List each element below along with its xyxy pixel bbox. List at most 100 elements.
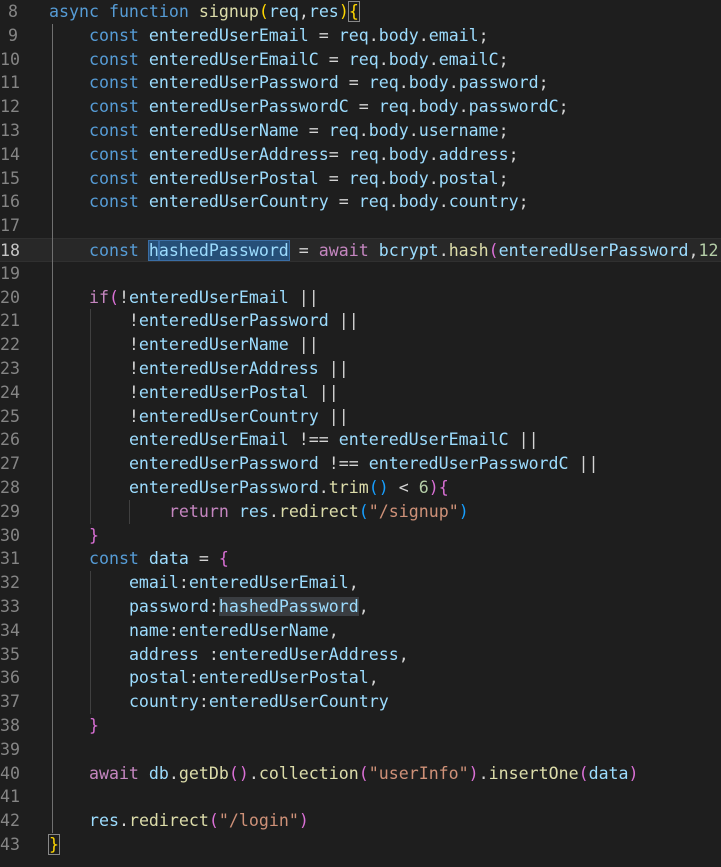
indent-guide [128, 499, 130, 524]
code-token: || [308, 382, 339, 402]
code-token: redirect [128, 811, 209, 831]
code-line[interactable]: 25 !enteredUserCountry || [0, 405, 721, 429]
code-token: || [508, 430, 539, 450]
code-line[interactable]: 10 const enteredUserEmailC = req.body.em… [0, 48, 721, 72]
code-line[interactable]: 16 const enteredUserCountry = req.body.c… [0, 190, 721, 214]
code-token: "/signup" [368, 501, 459, 521]
code-token: . [418, 25, 429, 45]
code-token: !== [318, 454, 369, 474]
code-text: name:enteredUserName, [49, 619, 339, 643]
code-token: country [128, 692, 199, 712]
code-token: ; [498, 168, 509, 188]
code-line[interactable]: 12 const enteredUserPasswordC = req.body… [0, 95, 721, 119]
code-line[interactable]: 32 email:enteredUserEmail, [0, 571, 721, 595]
code-line[interactable]: 18 const hashedPassword = await bcrypt.h… [0, 238, 721, 262]
line-number: 21 [0, 311, 20, 331]
line-number: 28 [0, 478, 20, 497]
code-token: req [328, 121, 359, 140]
code-token: . [438, 192, 449, 212]
code-line[interactable]: 9 const enteredUserEmail = req.body.emai… [0, 24, 721, 48]
code-line[interactable]: 42 res.redirect("/login") [0, 809, 721, 833]
code-line[interactable]: 31 const data = { [0, 547, 721, 571]
code-token: . [368, 25, 379, 45]
code-token: . [398, 73, 409, 93]
code-line[interactable]: 34 name:enteredUserName, [0, 619, 721, 643]
code-token: enteredUserAddress [148, 144, 329, 164]
code-line[interactable]: 17 [0, 214, 721, 238]
code-text: await db.getDb().collection("userInfo").… [49, 762, 639, 786]
code-line[interactable]: 13 const enteredUserName = req.body.user… [0, 119, 721, 143]
code-token: = [308, 25, 339, 45]
code-editor[interactable]: 8 async function signup(req,res){9 const … [0, 0, 721, 867]
code-line[interactable]: 20 if(!enteredUserEmail || [0, 286, 721, 310]
code-line[interactable]: 27 enteredUserPassword !== enteredUserPa… [0, 452, 721, 476]
code-line[interactable]: 21 !enteredUserPassword || [0, 309, 721, 333]
code-token: } [88, 716, 99, 735]
code-token: . [448, 73, 459, 93]
line-number: 25 [0, 406, 20, 426]
code-token: . [408, 97, 419, 117]
code-token: . [268, 501, 279, 521]
line-number: 20 [0, 287, 20, 307]
code-token: enteredUserEmailC [148, 49, 319, 69]
code-token: || [328, 311, 359, 331]
code-token: req [348, 168, 379, 188]
code-token: res [88, 811, 119, 831]
code-text: if(!enteredUserEmail || [49, 286, 319, 310]
code-line[interactable]: 29 return res.redirect("/signup") [0, 500, 721, 524]
code-token: !== [288, 430, 339, 450]
code-token: , [348, 573, 359, 593]
line-number: 23 [0, 359, 20, 378]
code-line[interactable]: 8 async function signup(req,res){ [0, 0, 721, 24]
code-token: ( [358, 763, 369, 783]
code-token: const [88, 192, 139, 212]
code-line[interactable]: 40 await db.getDb().collection("userInfo… [0, 762, 721, 786]
code-token: body [388, 49, 429, 69]
code-line[interactable]: 41 [0, 785, 721, 809]
code-token: : [178, 573, 189, 593]
line-number: 13 [0, 121, 20, 140]
code-text: enteredUserPassword.trim() < 6){ [49, 476, 449, 500]
code-line[interactable]: 43} [0, 833, 721, 857]
code-line[interactable]: 37 country:enteredUserCountry [0, 690, 721, 714]
line-number: 32 [0, 573, 20, 593]
code-line[interactable]: 23 !enteredUserAddress || [0, 357, 721, 381]
code-line[interactable]: 33 password:hashedPassword, [0, 595, 721, 619]
code-line[interactable]: 14 const enteredUserAddress= req.body.ad… [0, 143, 721, 167]
code-token: redirect [278, 501, 359, 521]
code-line[interactable]: 36 postal:enteredUserPostal, [0, 666, 721, 690]
code-line[interactable]: 15 const enteredUserPostal = req.body.po… [0, 167, 721, 191]
code-text: } [48, 833, 60, 857]
code-token: ! [49, 406, 139, 426]
code-line[interactable]: 28 enteredUserPassword.trim() < 6){ [0, 476, 721, 500]
code-line[interactable]: 19 [0, 262, 721, 286]
code-token: data [148, 549, 189, 569]
line-number: 24 [0, 382, 20, 402]
code-token: const [88, 549, 139, 569]
code-text: const enteredUserPasswordC = req.body.pa… [49, 95, 569, 119]
code-line[interactable]: 24 !enteredUserPostal || [0, 381, 721, 405]
code-line[interactable]: 39 [0, 738, 721, 762]
code-token: enteredUserName [178, 620, 329, 640]
code-line[interactable]: 30 } [0, 524, 721, 548]
code-line[interactable]: 22 !enteredUserName || [0, 333, 721, 357]
line-number: 18 [0, 241, 20, 260]
code-token: enteredUserCountry [148, 192, 329, 212]
code-line[interactable]: 11 const enteredUserPassword = req.body.… [0, 71, 721, 95]
line-number: 22 [0, 335, 20, 355]
code-token: postal [128, 668, 189, 688]
code-line[interactable]: 38 } [0, 714, 721, 738]
code-text: const enteredUserName = req.body.usernam… [49, 119, 509, 143]
code-line[interactable]: 35 address :enteredUserAddress, [0, 643, 721, 667]
code-line[interactable]: 26 enteredUserEmail !== enteredUserEmail… [0, 428, 721, 452]
code-token: () [228, 763, 249, 783]
code-token: req [348, 144, 379, 164]
